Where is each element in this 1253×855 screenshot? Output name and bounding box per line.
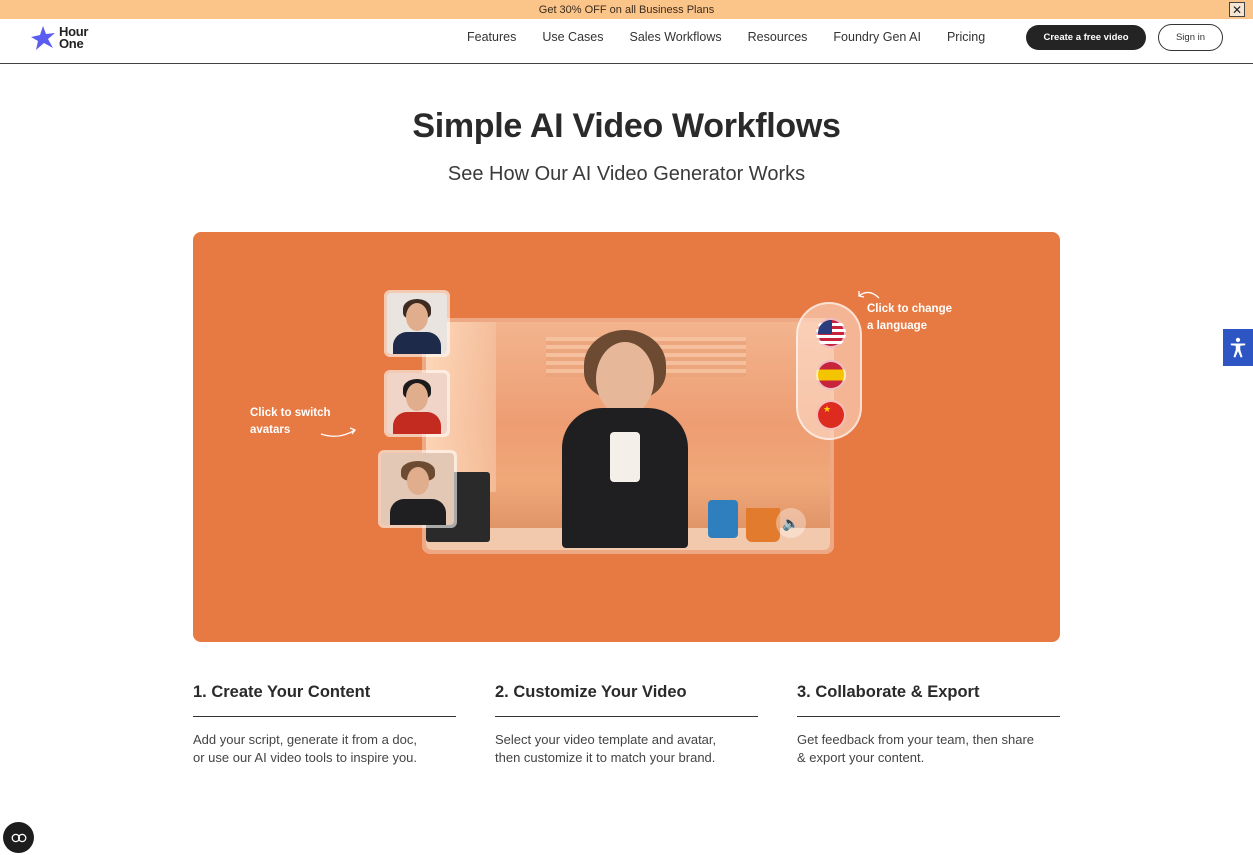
page-subtitle: See How Our AI Video Generator Works: [447, 163, 806, 185]
nav-link-sales-workflows[interactable]: Sales Workflows: [629, 30, 721, 44]
step-description: Get feedback from your team, then share …: [797, 731, 1060, 767]
step-description-line: or use our AI video tools to inspire you…: [193, 750, 418, 765]
promo-banner[interactable]: Get 30% OFF on all Business Plans ✕: [0, 0, 1253, 19]
presenter-face: [596, 342, 654, 416]
avatar-torso: [393, 332, 441, 354]
china-flag-icon[interactable]: [816, 400, 846, 430]
step-description-line: Get feedback from your team, then share: [797, 732, 1035, 747]
nav-link-resources[interactable]: Resources: [748, 30, 808, 44]
step-description-line: Add your script, generate it from a doc,: [193, 732, 417, 747]
accessibility-icon: [1230, 337, 1246, 357]
presenter-shirt: [610, 432, 640, 482]
step-collaborate-export: 3. Collaborate & Export Get feedback fro…: [797, 683, 1060, 767]
avatar-face: [406, 467, 429, 495]
pen-holder: [746, 508, 780, 542]
blue-cup: [708, 500, 738, 538]
star-logo-icon: [31, 26, 55, 50]
accessibility-button[interactable]: [1223, 329, 1253, 366]
nav-link-foundry-gen-ai[interactable]: Foundry Gen AI: [833, 30, 921, 44]
curved-arrow-icon: [858, 291, 880, 299]
avatar-option-1[interactable]: [384, 290, 450, 357]
nav-link-features[interactable]: Features: [467, 30, 516, 44]
avatar-torso: [389, 499, 446, 525]
us-flag-icon[interactable]: [816, 318, 846, 348]
nav-link-pricing[interactable]: Pricing: [947, 30, 985, 44]
logo-wordmark: Hour One: [59, 25, 88, 51]
logo-line-2: One: [59, 36, 84, 51]
hint-language-line-2: a language: [867, 320, 928, 332]
video-preview[interactable]: 🔈: [426, 322, 830, 550]
nav-links: Features Use Cases Sales Workflows Resou…: [467, 19, 985, 55]
step-customize-video: 2. Customize Your Video Select your vide…: [495, 683, 758, 767]
video-demo-panel: Click to switch avatars Click to change …: [193, 232, 1060, 642]
hint-language-line-1: Click to change: [867, 303, 952, 315]
consent-button[interactable]: [3, 822, 34, 853]
sign-in-button[interactable]: Sign in: [1158, 24, 1223, 51]
hour-one-logo[interactable]: Hour One: [30, 24, 88, 52]
avatar-torso: [393, 412, 441, 434]
step-title: 1. Create Your Content: [193, 683, 456, 717]
curved-arrow-icon: [320, 427, 357, 437]
change-language-hint: Click to change a language: [867, 301, 987, 335]
step-title: 2. Customize Your Video: [495, 683, 758, 717]
consent-icon: [11, 833, 26, 842]
avatar-face: [406, 383, 428, 411]
step-description-line: & export your content.: [797, 750, 925, 765]
hint-avatars-line-1: Click to switch: [250, 407, 331, 419]
close-icon[interactable]: ✕: [1229, 2, 1245, 17]
avatar-face: [406, 303, 428, 331]
step-description-line: Select your video template and avatar,: [495, 732, 717, 747]
top-navigation: Hour One Features Use Cases Sales Workfl…: [0, 19, 1253, 64]
promo-text[interactable]: Get 30% OFF on all Business Plans: [539, 4, 714, 16]
step-title: 3. Collaborate & Export: [797, 683, 1060, 717]
step-create-content: 1. Create Your Content Add your script, …: [193, 683, 456, 767]
nav-link-use-cases[interactable]: Use Cases: [542, 30, 603, 44]
video-preview-frame[interactable]: 🔈: [422, 318, 834, 554]
page-title: Simple AI Video Workflows: [412, 107, 841, 145]
volume-icon[interactable]: 🔈: [776, 508, 806, 538]
step-description-line: then customize it to match your brand.: [495, 750, 716, 765]
avatar-option-2[interactable]: [384, 370, 450, 437]
language-selector: [796, 302, 862, 440]
spain-flag-icon[interactable]: [816, 360, 846, 390]
create-free-video-button[interactable]: Create a free video: [1026, 25, 1146, 50]
step-description: Add your script, generate it from a doc,…: [193, 731, 456, 767]
avatar-option-3[interactable]: [378, 450, 457, 528]
step-description: Select your video template and avatar, t…: [495, 731, 758, 767]
